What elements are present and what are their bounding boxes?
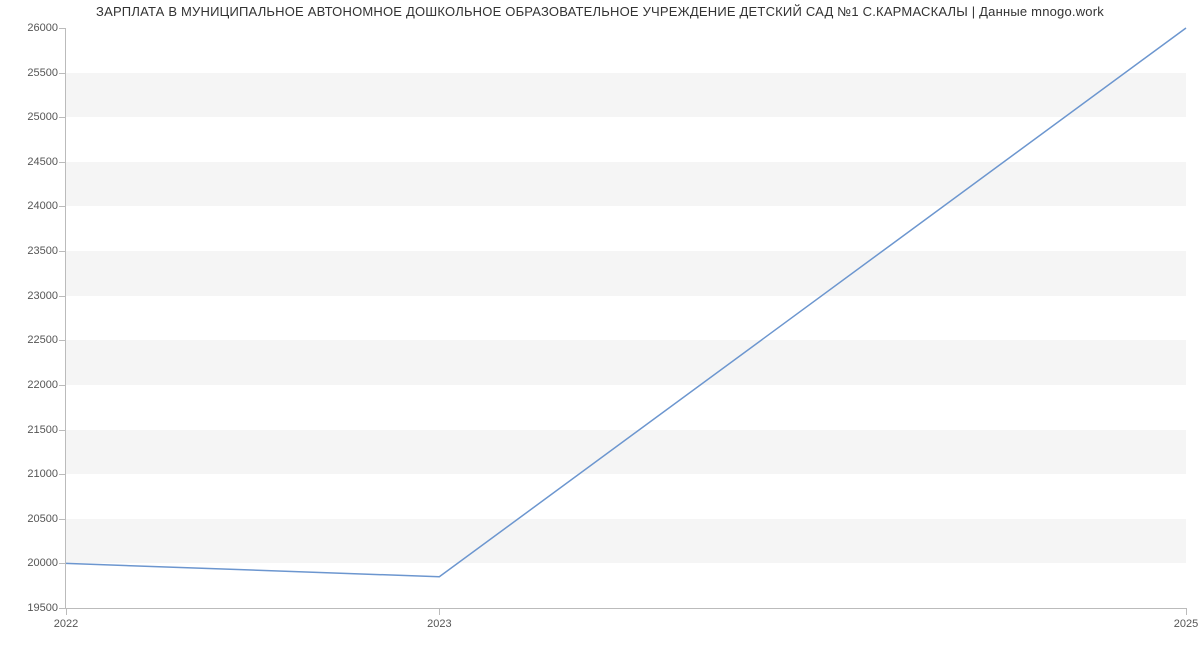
y-tick: [59, 296, 66, 297]
y-tick-label: 20500: [8, 513, 58, 525]
y-tick-label: 26000: [8, 22, 58, 34]
y-tick: [59, 608, 66, 609]
x-tick: [1186, 608, 1187, 615]
y-tick-label: 19500: [8, 602, 58, 614]
y-tick-label: 23500: [8, 245, 58, 257]
y-tick: [59, 251, 66, 252]
y-tick-label: 21500: [8, 424, 58, 436]
y-tick: [59, 73, 66, 74]
y-tick-label: 23000: [8, 290, 58, 302]
y-tick: [59, 385, 66, 386]
y-tick-label: 24000: [8, 200, 58, 212]
y-tick: [59, 430, 66, 431]
y-tick: [59, 117, 66, 118]
y-tick: [59, 340, 66, 341]
x-tick: [439, 608, 440, 615]
plot-area: 202220232025: [65, 28, 1186, 609]
y-tick: [59, 474, 66, 475]
series-line: [66, 28, 1186, 608]
y-tick-label: 22500: [8, 334, 58, 346]
data-line: [66, 28, 1186, 577]
y-tick: [59, 563, 66, 564]
y-tick: [59, 206, 66, 207]
line-chart: ЗАРПЛАТА В МУНИЦИПАЛЬНОЕ АВТОНОМНОЕ ДОШК…: [0, 0, 1200, 650]
x-tick-label: 2025: [1174, 618, 1198, 630]
y-tick: [59, 519, 66, 520]
x-tick: [66, 608, 67, 615]
x-tick-label: 2022: [54, 618, 78, 630]
y-tick-label: 20000: [8, 557, 58, 569]
y-tick-label: 21000: [8, 468, 58, 480]
y-tick: [59, 162, 66, 163]
y-tick: [59, 28, 66, 29]
x-tick-label: 2023: [427, 618, 451, 630]
y-tick-label: 22000: [8, 379, 58, 391]
y-tick-label: 25000: [8, 111, 58, 123]
y-tick-label: 24500: [8, 156, 58, 168]
y-tick-label: 25500: [8, 67, 58, 79]
chart-title: ЗАРПЛАТА В МУНИЦИПАЛЬНОЕ АВТОНОМНОЕ ДОШК…: [0, 4, 1200, 19]
